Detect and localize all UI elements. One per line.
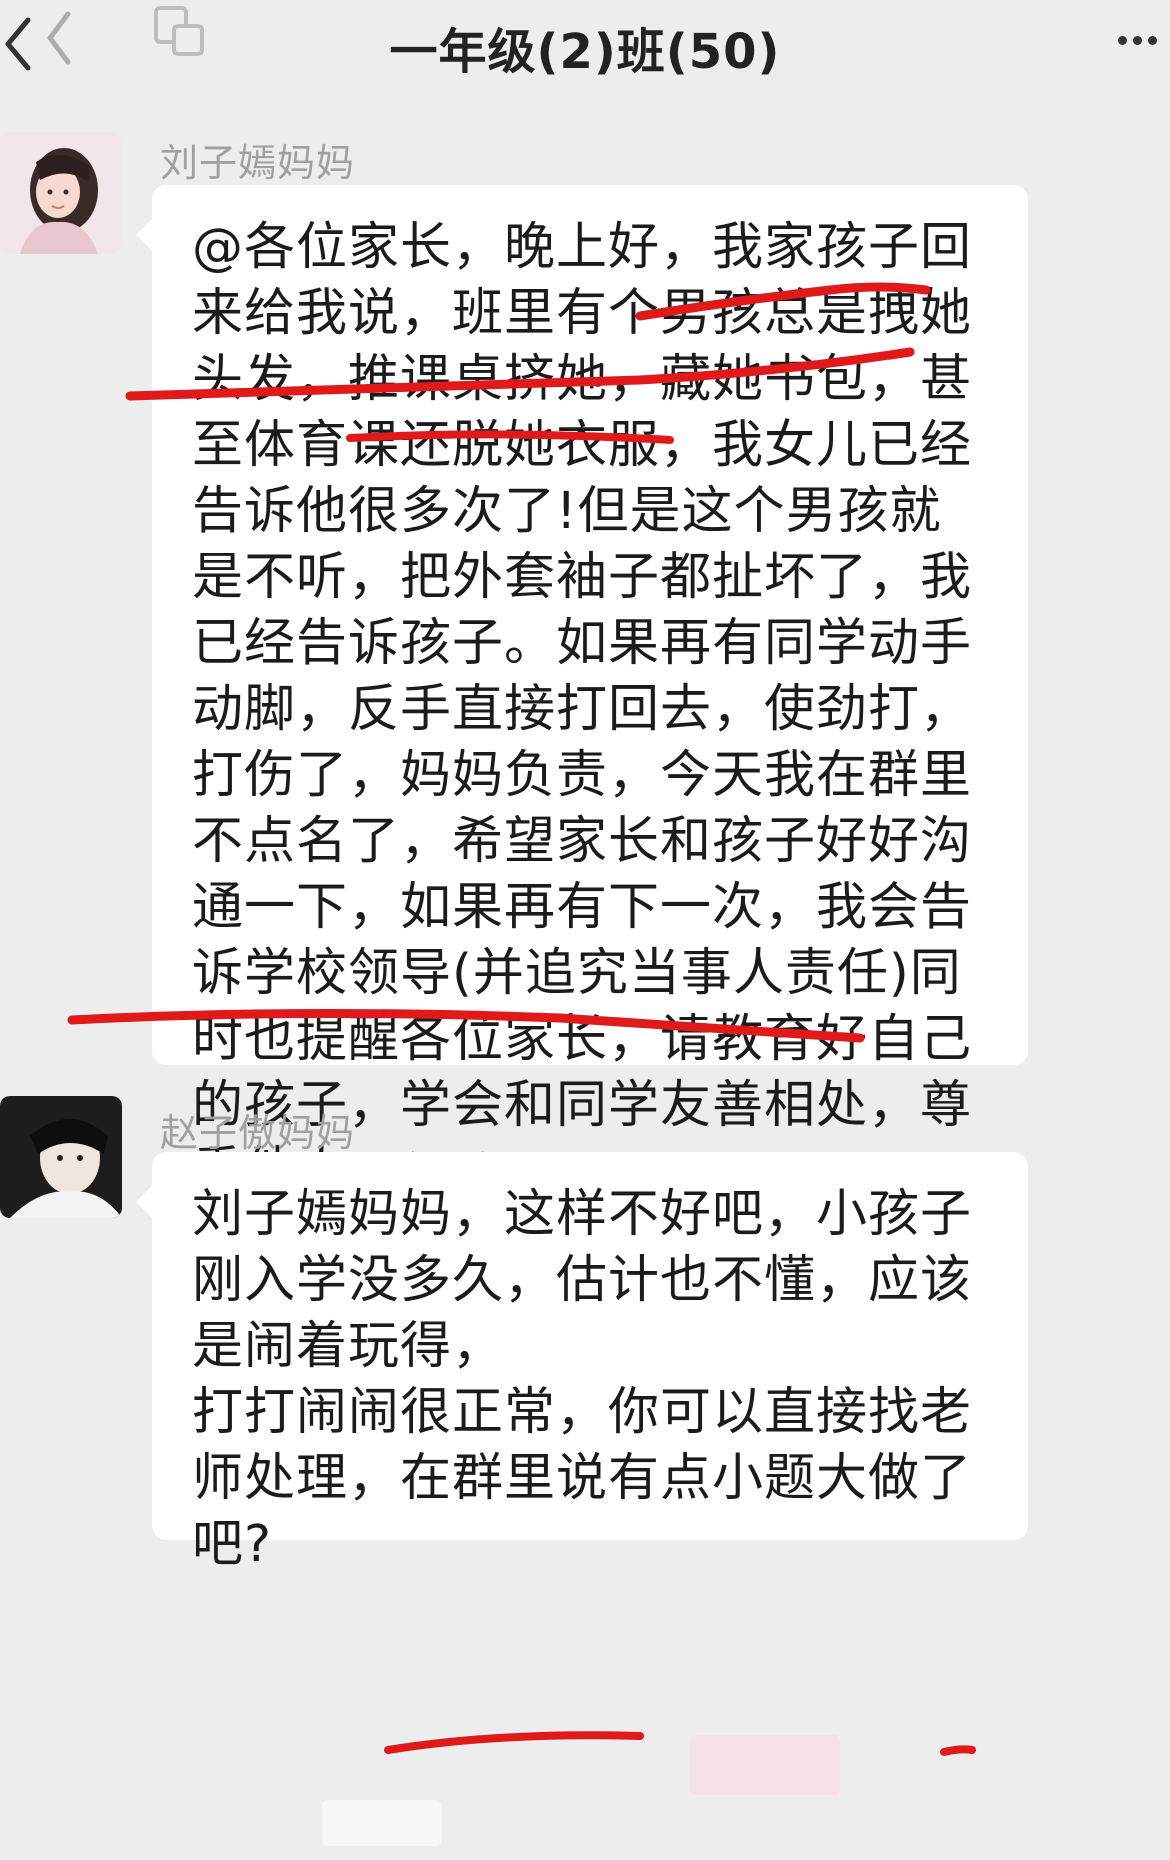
more-dots-icon[interactable] — [1116, 30, 1160, 50]
message-bubble[interactable]: 刘子嫣妈妈，这样不好吧，小孩子刚入学没多久，估计也不懂，应该是闹着玩得， 打打闹… — [136, 1152, 1028, 1574]
redacted-block — [322, 1800, 442, 1846]
redacted-block — [690, 1735, 840, 1795]
message-text: @各位家长，晚上好，我家孩子回来给我说，班里有个男孩总是拽她头发，推课桌挤她，藏… — [192, 215, 992, 1205]
chat-header: 一年级(2)班(50) — [0, 0, 1170, 90]
message-text: 刘子嫣妈妈，这样不好吧，小孩子刚入学没多久，估计也不懂，应该是闹着玩得， 打打闹… — [192, 1185, 973, 1574]
message-bubble[interactable]: @各位家长，晚上好，我家孩子回来给我说，班里有个男孩总是拽她头发，推课桌挤她，藏… — [136, 185, 1028, 1201]
sender-name: 赵子傲妈妈 — [160, 1111, 356, 1155]
avatar-girl-photo-icon — [0, 132, 122, 254]
avatar[interactable] — [0, 1096, 122, 1218]
avatar-person-photo-icon — [0, 1096, 122, 1218]
avatar[interactable] — [0, 132, 122, 254]
message-text-content: @各位家长，晚上好，我家孩子回来给我说，班里有个男孩总是拽她头发，推课桌挤她，藏… — [192, 218, 973, 1201]
chat-title: 一年级(2)班(50) — [389, 24, 781, 80]
sender-name: 刘子嫣妈妈 — [160, 141, 356, 185]
